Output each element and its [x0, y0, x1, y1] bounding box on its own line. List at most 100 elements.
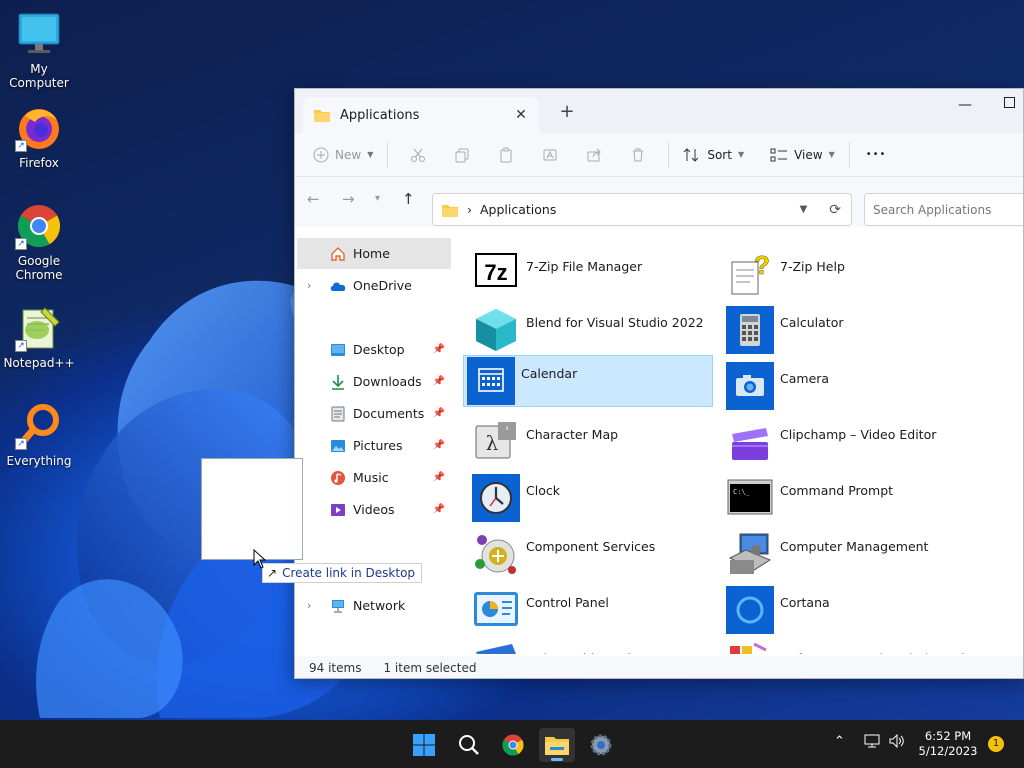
mouse-cursor-icon	[253, 549, 267, 569]
close-tab-icon[interactable]: ✕	[509, 107, 533, 123]
taskbar: ⌃ 6:52 PM 5/12/2023	[0, 720, 1024, 768]
file-list: 7z 7-Zip File Manager ? 7-Zip Help Blend…	[463, 239, 1023, 654]
search-icon	[459, 735, 479, 755]
chevron-down-icon: ▼	[737, 150, 745, 159]
pin-icon[interactable]: 📌	[433, 376, 445, 387]
app-7zip-file-manager[interactable]: 7z 7-Zip File Manager	[469, 249, 719, 301]
sort-button[interactable]: Sort ▼	[683, 147, 744, 163]
desktop-icon-firefox[interactable]: ↗ Firefox	[2, 104, 76, 170]
nav-item-videos[interactable]: Videos 📌	[297, 494, 451, 525]
cloud-icon	[329, 277, 347, 295]
new-button[interactable]: New ▼	[313, 147, 373, 163]
pin-icon[interactable]: 📌	[433, 440, 445, 451]
desktop-icon-google-chrome[interactable]: ↗ Google Chrome	[2, 202, 76, 282]
cut-button[interactable]	[396, 147, 440, 163]
desktop-icon-notepad-plus-plus[interactable]: ↗ Notepad++	[2, 304, 76, 370]
expand-chevron-icon[interactable]: ›	[307, 599, 321, 612]
forward-button[interactable]: →	[342, 190, 355, 208]
pin-icon[interactable]: 📌	[433, 504, 445, 515]
nav-item-onedrive[interactable]: › OneDrive	[297, 270, 451, 301]
app-clipchamp[interactable]: Clipchamp – Video Editor	[723, 417, 973, 469]
terminal-icon: C:\_	[727, 479, 773, 515]
nav-item-desktop[interactable]: Desktop 📌	[297, 334, 451, 365]
share-button[interactable]	[572, 147, 616, 163]
tab-title: Applications	[340, 107, 420, 123]
rename-button[interactable]	[528, 147, 572, 163]
desktop-icon-my-computer[interactable]: My Computer	[2, 10, 76, 90]
app-debuggable-package-manager[interactable]: Debuggable Package Manager	[469, 641, 719, 654]
delete-button[interactable]	[616, 147, 660, 163]
desktop-icon-label: Everything	[6, 454, 72, 468]
app-blend-visual-studio[interactable]: Blend for Visual Studio 2022	[469, 305, 719, 357]
show-hidden-icons-button[interactable]: ⌃	[834, 734, 845, 749]
sort-label: Sort	[707, 147, 732, 162]
desktop-icon-label: My Computer	[9, 62, 69, 90]
app-calendar[interactable]: Calendar	[463, 355, 713, 407]
nav-item-downloads[interactable]: Downloads 📌	[297, 366, 451, 397]
new-tab-button[interactable]: +	[557, 101, 577, 122]
file-explorer-window: Applications ✕ + — New ▼ Sort ▼ View ▼ •…	[294, 88, 1024, 679]
paste-button[interactable]	[484, 147, 528, 163]
nav-item-pictures[interactable]: Pictures 📌	[297, 430, 451, 461]
pin-icon[interactable]: 📌	[433, 408, 445, 419]
address-bar[interactable]: › Applications ▼ ⟳	[432, 193, 852, 226]
camera-icon	[726, 362, 774, 410]
more-options-button[interactable]: •••	[866, 149, 887, 160]
back-button[interactable]: ←	[307, 190, 320, 208]
system-clock[interactable]: 6:52 PM 5/12/2023	[906, 729, 990, 759]
nav-item-documents[interactable]: Documents 📌	[297, 398, 451, 429]
taskbar-file-explorer[interactable]	[539, 728, 575, 762]
copy-button[interactable]	[440, 147, 484, 163]
clipchamp-icon	[732, 428, 768, 460]
sort-icon	[683, 147, 699, 162]
volume-icon[interactable]	[889, 733, 905, 752]
view-label: View	[794, 147, 823, 162]
nav-item-home[interactable]: Home	[297, 238, 451, 269]
copy-icon	[455, 148, 469, 162]
nav-item-music[interactable]: Music 📌	[297, 462, 451, 493]
tab-applications[interactable]: Applications ✕	[303, 97, 539, 133]
desktop-icon-everything[interactable]: ↗ Everything	[2, 402, 76, 468]
minimize-button[interactable]: —	[958, 97, 972, 113]
pin-icon[interactable]: 📌	[433, 472, 445, 483]
shortcut-arrow-icon: ↗	[15, 238, 27, 250]
breadcrumb-applications[interactable]: Applications	[480, 202, 792, 217]
search-input[interactable]: Search Applications	[864, 193, 1023, 226]
refresh-icon[interactable]: ⟳	[829, 202, 841, 218]
view-button[interactable]: View ▼	[770, 147, 835, 163]
desktop-icon-label: Notepad++	[3, 356, 75, 370]
network-tray-icon[interactable]	[864, 734, 880, 752]
app-cortana[interactable]: Cortana	[723, 585, 973, 637]
maximize-button[interactable]	[1004, 97, 1015, 108]
firefox-icon: ↗	[15, 104, 63, 152]
scissors-icon	[411, 148, 426, 162]
start-button[interactable]	[406, 728, 442, 762]
address-dropdown-icon[interactable]: ▼	[800, 204, 808, 215]
music-note-icon	[329, 469, 347, 487]
up-button[interactable]: ↑	[402, 190, 415, 208]
app-calculator[interactable]: Calculator	[723, 305, 973, 357]
app-7zip-help[interactable]: ? 7-Zip Help	[723, 249, 973, 301]
rename-icon	[543, 149, 557, 160]
pin-icon[interactable]: 📌	[433, 344, 445, 355]
search-button[interactable]	[451, 728, 487, 762]
app-control-panel[interactable]: Control Panel	[469, 585, 719, 637]
app-computer-management[interactable]: Computer Management	[723, 529, 973, 581]
calculator-icon	[726, 306, 774, 354]
control-panel-icon	[474, 592, 518, 626]
taskbar-settings[interactable]	[583, 728, 619, 762]
recent-locations-button[interactable]: ▾	[375, 193, 380, 204]
app-camera[interactable]: Camera	[723, 361, 973, 413]
clock-time: 6:52 PM	[924, 729, 972, 743]
app-defragment-drives[interactable]: Defragment and Optimize Drives	[723, 641, 986, 654]
expand-chevron-icon[interactable]: ›	[307, 279, 321, 292]
nav-item-network[interactable]: › Network	[297, 590, 451, 621]
shortcut-arrow-icon: ↗	[15, 438, 27, 450]
app-command-prompt[interactable]: C:\_ Command Prompt	[723, 473, 973, 525]
app-component-services[interactable]: Component Services	[469, 529, 719, 581]
app-character-map[interactable]: λ ' Character Map	[469, 417, 719, 469]
clock-icon	[472, 474, 520, 522]
app-clock[interactable]: Clock	[469, 473, 719, 525]
taskbar-chrome[interactable]	[495, 728, 531, 762]
notification-badge[interactable]: 1	[988, 736, 1004, 752]
